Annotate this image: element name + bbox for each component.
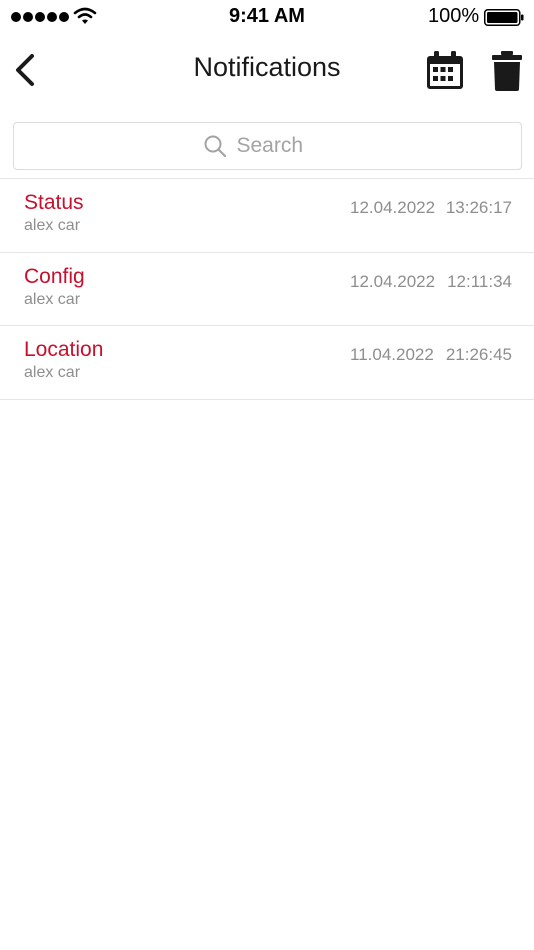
notification-title: Config	[24, 264, 85, 288]
calendar-button[interactable]	[424, 50, 466, 92]
battery-full-icon	[484, 9, 524, 26]
list-item[interactable]: Config alex car 12.04.2022 12:11:34	[0, 253, 534, 326]
search-bar[interactable]	[13, 122, 522, 170]
battery-percent: 100%	[428, 5, 480, 27]
notification-title: Location	[24, 338, 104, 361]
back-button[interactable]	[8, 48, 44, 92]
notification-date: 12.04.2022	[350, 198, 436, 217]
calendar-icon	[427, 51, 463, 89]
notification-time: 13:26:17	[445, 198, 512, 217]
chevron-left-icon	[16, 54, 34, 86]
notification-subtitle: alex car	[24, 217, 81, 234]
navigation-bar: Notifications	[0, 34, 534, 106]
notification-subtitle: alex car	[24, 364, 81, 381]
delete-all-button[interactable]	[488, 50, 526, 92]
search-input[interactable]	[236, 134, 333, 158]
notification-date: 12.04.2022	[350, 271, 436, 291]
notification-time: 21:26:45	[445, 345, 512, 364]
list-item[interactable]: Location alex car 11.04.2022 21:26:45	[0, 326, 534, 400]
notification-time: 12:11:34	[447, 271, 512, 291]
notification-subtitle: alex car	[24, 290, 81, 308]
notification-date: 11.04.2022	[350, 345, 434, 364]
status-bar: 9:41 AM 100%	[0, 0, 534, 34]
search-icon	[204, 135, 226, 158]
list-item[interactable]: Status alex car 12.04.2022 13:26:17	[0, 179, 534, 253]
notification-list: Status alex car 12.04.2022 13:26:17 Conf…	[0, 178, 534, 400]
notification-title: Status	[24, 191, 84, 214]
trash-icon	[492, 51, 522, 91]
